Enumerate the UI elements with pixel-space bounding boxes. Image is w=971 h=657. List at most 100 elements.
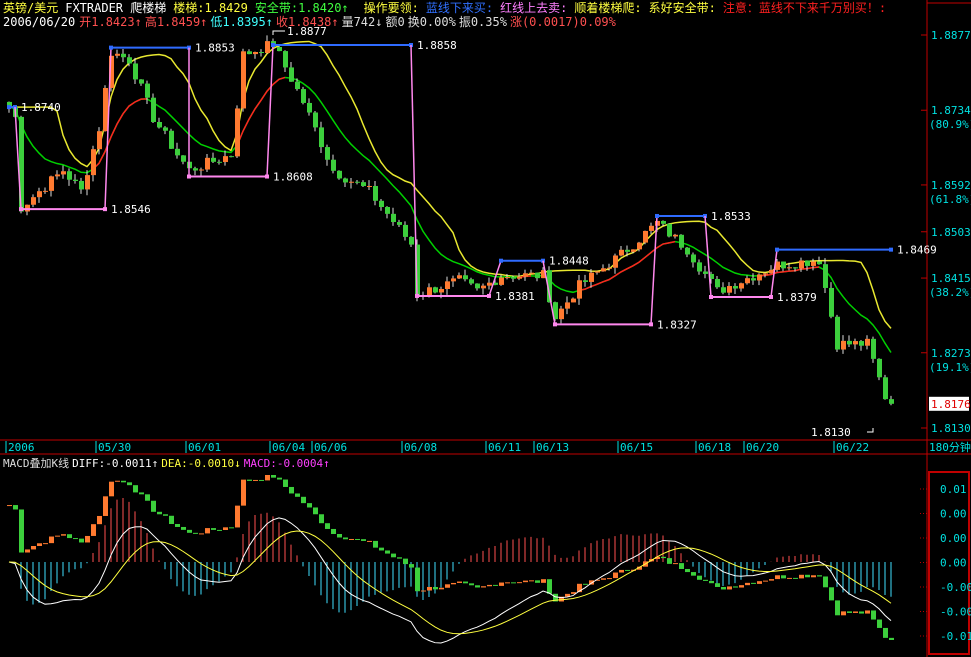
- macd-overlay-candle: [85, 535, 90, 543]
- candle-body: [175, 148, 180, 156]
- macd-overlay-candle: [613, 572, 618, 579]
- candle-body: [643, 230, 648, 243]
- macd-overlay-candle: [517, 582, 522, 584]
- candle-body: [613, 255, 618, 268]
- macd-overlay-candle: [793, 577, 798, 579]
- x-tick-label: 06/11: [488, 441, 521, 454]
- extreme-pointer: [272, 30, 285, 35]
- candle-body: [619, 249, 624, 256]
- macd-overlay-candle: [751, 582, 756, 584]
- candle-body: [595, 271, 600, 273]
- macd-overlay-candle: [721, 586, 726, 590]
- candle-body: [661, 220, 666, 224]
- x-tick-label: 06/15: [620, 441, 653, 454]
- candle-body: [469, 279, 474, 284]
- ladder-label: 1.8608: [273, 171, 313, 184]
- x-tick-label: 06/06: [314, 441, 347, 454]
- candle-body: [505, 277, 510, 279]
- macd-overlay-candle: [415, 567, 420, 592]
- ladder-label: 1.8858: [417, 39, 457, 52]
- macd-overlay-candle: [775, 575, 780, 580]
- candle-body: [439, 288, 444, 293]
- macd-overlay-candle: [331, 528, 336, 534]
- x-tick-label: 06/08: [404, 441, 437, 454]
- candle-body: [163, 127, 168, 131]
- macd-overlay-candle: [49, 536, 54, 544]
- candle-body: [571, 298, 576, 303]
- macd-overlay-candle: [367, 540, 372, 542]
- candle-body: [865, 338, 870, 346]
- macd-overlay-candle: [457, 581, 462, 583]
- macd-tick-label: 0.01: [940, 483, 967, 496]
- candle-body: [475, 283, 480, 289]
- y-tick-percent: (19.1%): [929, 361, 971, 374]
- candle-body: [523, 273, 528, 277]
- candle-body: [625, 249, 630, 252]
- y-tick-label: 1.8734: [931, 104, 971, 117]
- x-tick-label: 06/04: [272, 441, 305, 454]
- macd-overlay-candle: [835, 600, 840, 616]
- candle-body: [223, 156, 228, 163]
- candle-body: [37, 191, 42, 198]
- macd-overlay-candle: [265, 475, 270, 481]
- macd-overlay-candle: [307, 503, 312, 508]
- candle-body: [121, 53, 126, 58]
- macd-overlay-candle: [445, 584, 450, 588]
- ladder-connector: [266, 44, 274, 177]
- macd-overlay-candle: [223, 527, 228, 531]
- macd-overlay-candle: [529, 580, 534, 582]
- macd-overlay-candle: [679, 563, 684, 569]
- candle-body: [817, 261, 822, 265]
- macd-overlay-candle: [55, 535, 60, 537]
- macd-tick-label: -0.00: [940, 606, 971, 619]
- candle-body: [445, 281, 450, 289]
- macd-overlay-candle: [211, 528, 216, 530]
- macd-overlay-candle: [13, 505, 18, 510]
- candle-body: [691, 254, 696, 263]
- macd-overlay-candle: [61, 534, 66, 536]
- candle-body: [385, 206, 390, 214]
- candle-body: [559, 308, 564, 320]
- candle-body: [133, 63, 138, 80]
- candle-body: [241, 51, 246, 109]
- macd-overlay-candle: [259, 479, 264, 481]
- candle-body: [427, 287, 432, 296]
- candle-body: [829, 287, 834, 317]
- price-chart[interactable]: 180分钟 1.8740 1.8546 1.8853 1.8608 1.8858 1.83…: [0, 0, 971, 657]
- ladder-marker: [187, 174, 191, 179]
- candle-body: [463, 275, 468, 280]
- macd-overlay-candle: [547, 579, 552, 594]
- candle-body: [295, 81, 300, 90]
- candle-body: [889, 399, 894, 404]
- macd-overlay-candle: [799, 574, 804, 579]
- candle-body: [799, 260, 804, 269]
- macd-overlay-candle: [379, 547, 384, 551]
- candle-body: [283, 51, 288, 68]
- candle-body: [325, 147, 330, 160]
- macd-overlay-candle: [487, 584, 492, 587]
- ladder-marker: [7, 105, 11, 110]
- candle-body: [361, 182, 366, 187]
- macd-overlay-candle: [409, 564, 414, 568]
- y-tick-label: 1.8415: [931, 272, 971, 285]
- candle-body: [607, 267, 612, 269]
- macd-overlay-candle: [493, 584, 498, 586]
- macd-overlay-candle: [499, 582, 504, 586]
- macd-overlay-candle: [337, 533, 342, 538]
- macd-overlay-candle: [271, 475, 276, 478]
- x-tick-label: 06/20: [746, 441, 779, 454]
- macd-overlay-candle: [109, 481, 114, 497]
- candle-body: [823, 264, 828, 288]
- candle-body: [583, 280, 588, 282]
- period-label[interactable]: 180分钟: [929, 440, 971, 454]
- x-tick-label: 06/22: [836, 441, 869, 454]
- candle-body: [811, 261, 816, 266]
- macd-overlay-candle: [541, 579, 546, 583]
- candle-body: [193, 168, 198, 171]
- candle-body: [529, 272, 534, 274]
- macd-overlay-candle: [439, 587, 444, 590]
- x-tick-label: 06/01: [188, 441, 221, 454]
- extreme-pointer: [867, 428, 874, 433]
- candle-body: [31, 197, 36, 205]
- macd-overlay-candle: [31, 545, 36, 550]
